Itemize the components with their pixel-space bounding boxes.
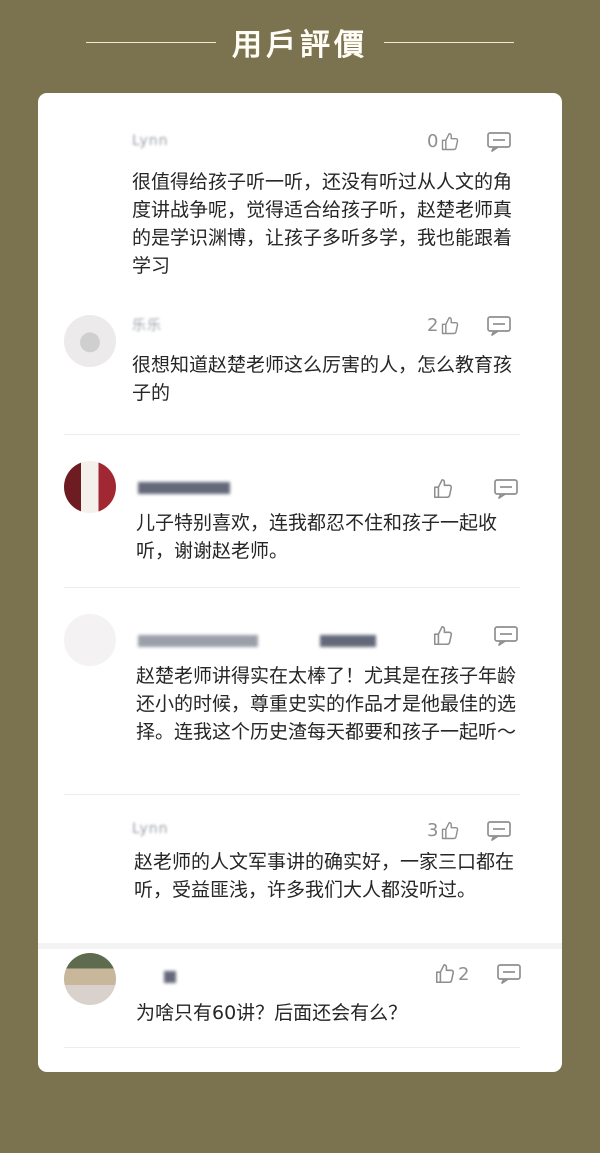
comment-text: 赵老师的人文军事讲的确实好，一家三口都在听，受益匪浅，许多我们大人都没听过。 [134, 851, 515, 901]
thumbs-up-icon [434, 963, 456, 985]
like-count: 2 [458, 963, 470, 985]
page-title: 用戶評價 [232, 28, 368, 63]
reply-button[interactable] [486, 131, 512, 153]
like-button[interactable]: 2 [427, 315, 460, 336]
comment-icon [496, 963, 522, 985]
like-button[interactable]: 0 [427, 131, 460, 152]
comment-username: Lynn [132, 133, 169, 149]
avatar[interactable]: ● [64, 315, 116, 367]
comment-username: Lynn [132, 821, 169, 837]
comment-icon [486, 315, 512, 337]
avatar[interactable] [64, 614, 116, 666]
reply-button[interactable] [486, 315, 512, 337]
comment-item: 儿子特别喜欢，连我都忍不住和孩子一起收听，谢谢赵老师。 [38, 436, 562, 588]
comment-icon [493, 478, 519, 500]
comment-item: Lynn 0 很值得给孩子听一听，还没有听过从人文的角度讲战争呢，觉得适合给孩子… [38, 93, 562, 293]
like-button[interactable]: 2 [434, 963, 469, 985]
comment-text: 赵楚老师讲得实在太棒了！尤其是在孩子年龄还小的时候，尊重史实的作品才是他最佳的选… [136, 665, 517, 743]
thumbs-up-icon [440, 821, 460, 841]
comment-icon [493, 625, 519, 647]
comment-icon [486, 820, 512, 842]
divider [64, 1047, 520, 1048]
comment-item: 2 为啥只有60讲？后面还会有么？ [38, 949, 562, 1072]
like-button[interactable] [432, 478, 454, 500]
like-count: 3 [427, 820, 439, 841]
like-button[interactable]: 3 [427, 820, 460, 841]
like-button[interactable] [432, 625, 454, 647]
reply-button[interactable] [493, 625, 519, 647]
comment-item: 赵楚老师讲得实在太棒了！尤其是在孩子年龄还小的时候，尊重史实的作品才是他最佳的选… [38, 589, 562, 795]
comment-icon [486, 131, 512, 153]
comment-username-redacted [138, 482, 230, 494]
divider [64, 794, 520, 795]
divider [64, 587, 520, 588]
like-count: 0 [427, 131, 439, 152]
comment-username-redacted [164, 971, 176, 983]
divider [64, 434, 520, 435]
comment-text: 儿子特别喜欢，连我都忍不住和孩子一起收听，谢谢赵老师。 [136, 512, 498, 562]
page-header: 用戶評價 [0, 18, 600, 66]
header-left-rule [86, 41, 216, 43]
comment-text: 很值得给孩子听一听，还没有听过从人文的角度讲战争呢，觉得适合给孩子听，赵楚老师真… [132, 171, 513, 277]
header-right-rule [384, 41, 514, 43]
reply-button[interactable] [486, 820, 512, 842]
comment-item: Lynn 3 赵老师的人文军事讲的确实好，一家三口都在听，受益匪浅，许多我们大人… [38, 796, 562, 946]
reply-button[interactable] [493, 478, 519, 500]
user-icon: ● [78, 326, 102, 356]
like-count: 2 [427, 315, 439, 336]
avatar[interactable] [64, 461, 116, 513]
reviews-card: Lynn 0 很值得给孩子听一听，还没有听过从人文的角度讲战争呢，觉得适合给孩子… [38, 93, 562, 1072]
comment-item: ● 乐乐 2 很想知道赵楚老师这么厉害的人，怎么教育孩子的 [38, 293, 562, 435]
thumbs-up-icon [432, 478, 454, 500]
thumbs-up-icon [440, 316, 460, 336]
avatar[interactable] [64, 953, 116, 1005]
thumbs-up-icon [440, 132, 460, 152]
comment-username-redacted [320, 635, 376, 647]
comment-text: 为啥只有60讲？后面还会有么？ [136, 1002, 408, 1024]
thumbs-up-icon [432, 625, 454, 647]
reply-button[interactable] [496, 963, 522, 985]
comment-text: 很想知道赵楚老师这么厉害的人，怎么教育孩子的 [132, 354, 513, 404]
comment-username: 乐乐 [132, 318, 162, 334]
comment-username-redacted [138, 635, 258, 647]
